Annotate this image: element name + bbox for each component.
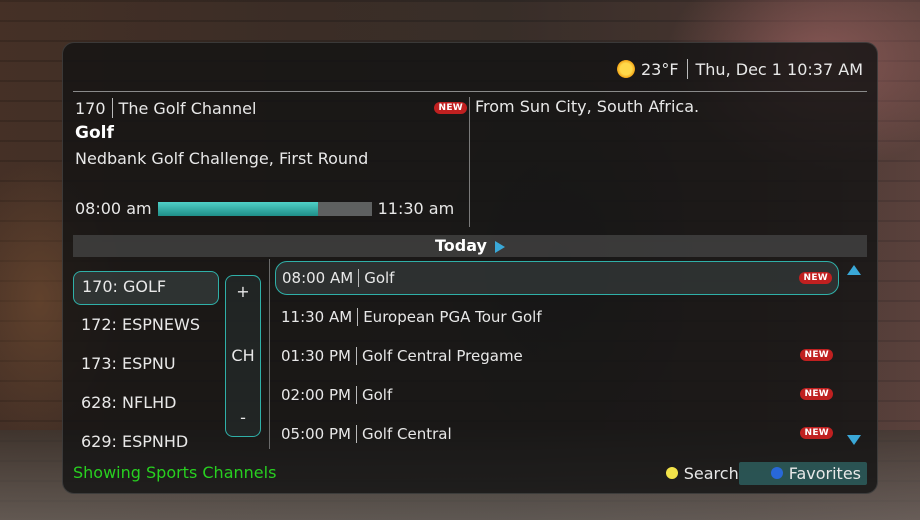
program-name: Golf — [364, 269, 395, 287]
scroll-up-arrow-icon[interactable] — [847, 265, 861, 275]
channel-label: 173: ESPNU — [81, 354, 176, 373]
new-badge: NEW — [800, 388, 833, 400]
progress-row: 08:00 am 11:30 am — [75, 199, 467, 218]
program-item[interactable]: 08:00 AM Golf NEW — [275, 261, 839, 295]
header-divider — [73, 91, 867, 92]
channel-item[interactable]: 629: ESPNHD — [73, 427, 219, 461]
program-time: 05:00 PM — [281, 425, 351, 443]
day-label: Today — [435, 236, 487, 255]
start-time: 08:00 am — [75, 199, 152, 218]
channel-down-button[interactable]: - — [226, 408, 260, 427]
divider — [686, 59, 688, 79]
channel-stepper-label: CH — [231, 346, 255, 365]
end-time: 11:30 am — [377, 199, 455, 218]
day-navigator[interactable]: Today — [73, 235, 867, 257]
filter-status: Showing Sports Channels — [73, 463, 277, 482]
favorites-key[interactable]: Favorites — [738, 461, 867, 485]
channel-list: 170: GOLF 172: ESPNEWS 173: ESPNU 628: N… — [73, 271, 223, 466]
program-time: 02:00 PM — [281, 386, 351, 404]
scroll-down-arrow-icon[interactable] — [847, 435, 861, 445]
channel-name: The Golf Channel — [118, 98, 257, 118]
next-day-arrow-icon[interactable] — [494, 240, 505, 253]
program-name: Golf — [361, 386, 393, 404]
channel-label: 629: ESPNHD — [81, 432, 189, 451]
channel-label: 628: NFLHD — [81, 393, 177, 412]
new-badge: NEW — [800, 349, 833, 361]
divider — [111, 98, 113, 118]
new-badge: NEW — [434, 102, 467, 114]
program-name: Golf Central — [361, 425, 452, 443]
info-divider — [469, 97, 470, 227]
button-legend: Search Favorites — [665, 461, 867, 485]
program-item[interactable]: 05:00 PM Golf Central NEW — [275, 417, 839, 451]
yellow-button-icon — [665, 467, 678, 479]
list-divider — [269, 259, 270, 449]
channel-item[interactable]: 172: ESPNEWS — [73, 310, 219, 344]
program-title: Golf — [75, 123, 114, 143]
progress-fill — [157, 201, 319, 216]
sun-icon — [616, 60, 635, 78]
new-badge: NEW — [800, 427, 833, 439]
channel-item[interactable]: 628: NFLHD — [73, 388, 219, 422]
program-time: 08:00 AM — [282, 269, 354, 287]
channel-item[interactable]: 173: ESPNU — [73, 349, 219, 383]
favorites-label: Favorites — [788, 463, 861, 483]
program-time: 11:30 AM — [281, 308, 353, 326]
search-label[interactable]: Search — [684, 464, 739, 483]
status-bar: 23°F Thu, Dec 1 10:37 AM — [616, 59, 863, 79]
guide-panel: 23°F Thu, Dec 1 10:37 AM 170 The Golf Ch… — [62, 42, 878, 494]
temperature: 23°F — [640, 59, 679, 79]
blue-button-icon — [770, 467, 783, 479]
channel-label: 170: GOLF — [82, 277, 167, 296]
progress-bar — [157, 201, 372, 216]
channel-stepper[interactable]: + CH - — [225, 275, 261, 437]
program-list: 08:00 AM Golf NEW 11:30 AM European PGA To… — [275, 261, 839, 456]
program-item[interactable]: 01:30 PM Golf Central Pregame NEW — [275, 339, 839, 373]
program-name: European PGA Tour Golf — [363, 308, 542, 326]
program-item[interactable]: 11:30 AM European PGA Tour Golf — [275, 300, 839, 334]
program-description: From Sun City, South Africa. — [475, 97, 700, 116]
channel-label: 172: ESPNEWS — [81, 315, 200, 334]
channel-item[interactable]: 170: GOLF — [73, 271, 219, 305]
datetime: Thu, Dec 1 10:37 AM — [695, 59, 863, 79]
new-badge: NEW — [799, 272, 832, 284]
channel-line: 170 The Golf Channel NEW — [75, 97, 467, 119]
program-name: Golf Central Pregame — [361, 347, 523, 365]
episode-title: Nedbank Golf Challenge, First Round — [75, 149, 369, 168]
program-time: 01:30 PM — [281, 347, 351, 365]
program-item[interactable]: 02:00 PM Golf NEW — [275, 378, 839, 412]
current-program-info: 170 The Golf Channel NEW Golf Nedbank Go… — [75, 97, 467, 227]
channel-number: 170 — [75, 98, 106, 118]
channel-up-button[interactable]: + — [226, 282, 260, 301]
